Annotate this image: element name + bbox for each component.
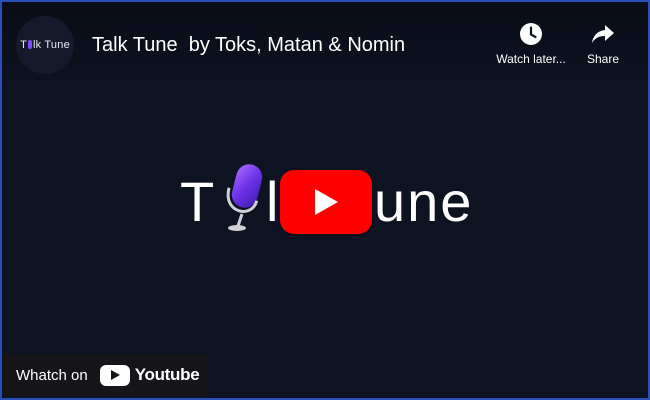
youtube-logo-icon bbox=[99, 364, 130, 386]
logo-letter-l: l bbox=[266, 170, 281, 233]
play-icon bbox=[315, 189, 338, 215]
video-player[interactable]: Tlk Tune Talk Tune by Toks, Matan & Nomi… bbox=[0, 0, 650, 400]
play-button[interactable] bbox=[280, 170, 372, 234]
logo-word-une: une bbox=[374, 170, 474, 233]
watch-on-youtube-button[interactable]: Whatch on Youtube bbox=[4, 354, 208, 396]
microphone-icon bbox=[226, 164, 263, 231]
watch-on-label: Whatch on bbox=[16, 366, 88, 384]
youtube-brand-text: Youtube bbox=[134, 365, 200, 384]
logo-letter-t: T bbox=[180, 170, 217, 233]
